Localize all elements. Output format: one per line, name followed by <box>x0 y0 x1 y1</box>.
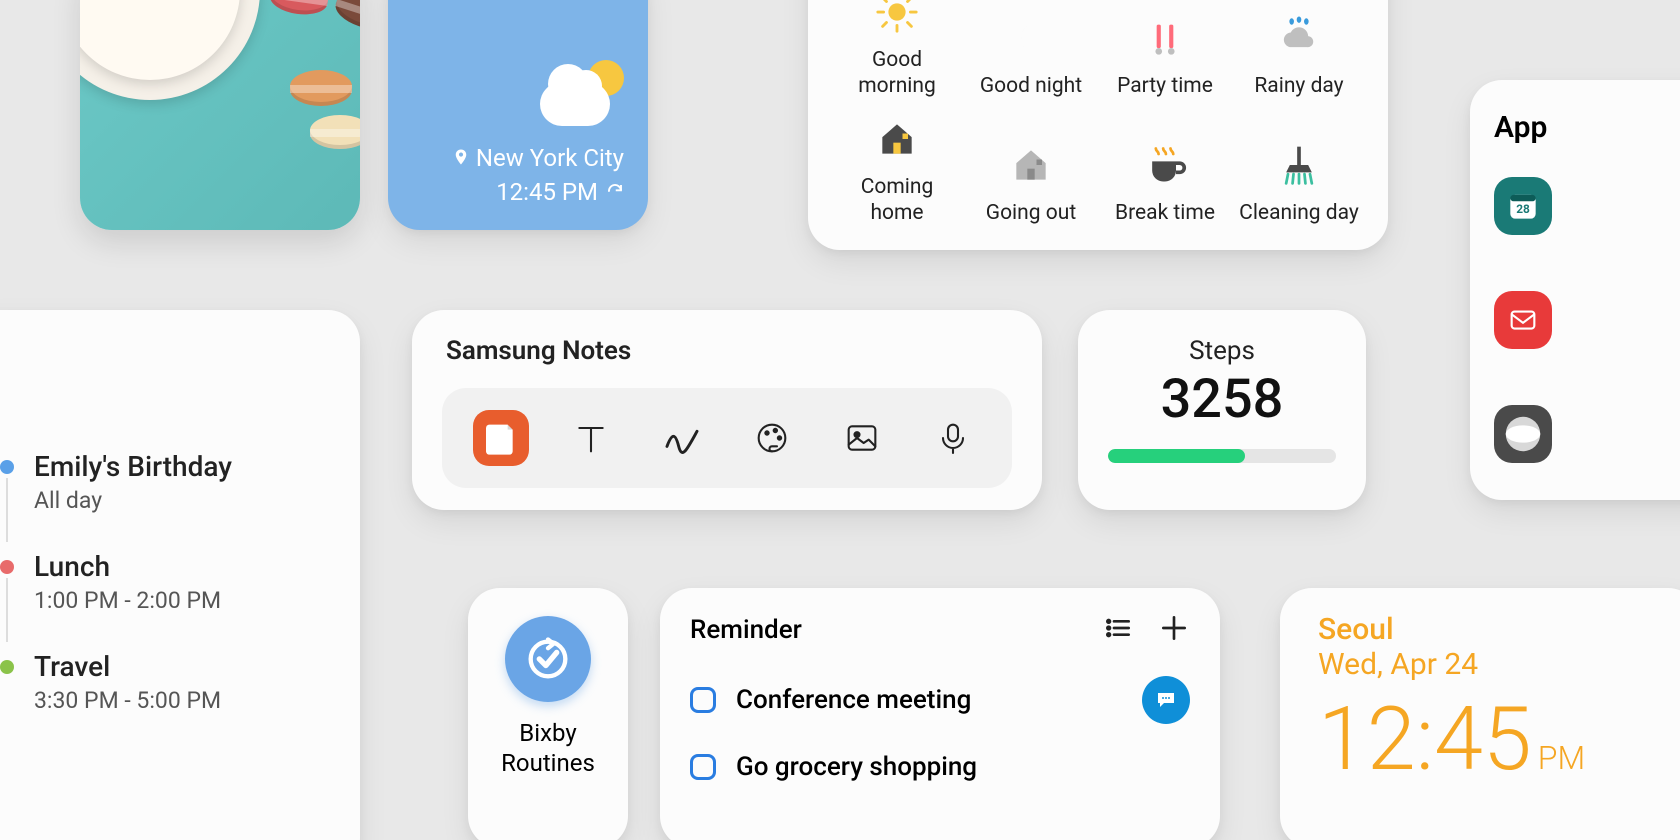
routine-label: Coming home <box>834 174 960 227</box>
event-color-dot <box>0 660 14 674</box>
routine-going-out[interactable]: Going out <box>968 114 1094 227</box>
note-text-tool[interactable] <box>563 410 619 466</box>
event-time: 1:00 PM - 2:00 PM <box>34 587 221 614</box>
house-lit-icon <box>872 114 922 164</box>
svg-text:28: 28 <box>1516 202 1530 216</box>
routine-good-night[interactable]: Good night <box>968 0 1094 100</box>
party-icon <box>1140 13 1190 63</box>
steps-widget[interactable]: Steps 3258 <box>1078 310 1366 510</box>
event-time: All day <box>34 487 232 514</box>
reminder-title: Reminder <box>690 615 802 645</box>
list-view-icon[interactable] <box>1102 612 1134 648</box>
note-sticker-tool[interactable] <box>473 410 529 466</box>
samsung-notes-widget: Samsung Notes <box>412 310 1042 510</box>
reminder-text: Conference meeting <box>736 685 971 715</box>
event-title: Travel <box>34 650 221 683</box>
bixby-routines-icon <box>505 616 591 702</box>
event-color-dot <box>0 460 14 474</box>
sun-icon <box>872 0 922 37</box>
weather-time: 12:45 PM <box>496 178 598 206</box>
reminder-text: Go grocery shopping <box>736 752 977 782</box>
location-pin-icon <box>452 144 470 172</box>
event-time: 3:30 PM - 5:00 PM <box>34 687 221 714</box>
routine-break-time[interactable]: Break time <box>1102 114 1228 227</box>
app-calendar-icon[interactable]: 28 <box>1494 177 1552 235</box>
apps-title: App <box>1494 110 1680 145</box>
event-title: Lunch <box>34 550 221 583</box>
app-email-icon[interactable] <box>1494 291 1552 349</box>
routine-label: Rainy day <box>1254 73 1343 99</box>
routine-label: Party time <box>1117 73 1213 99</box>
routine-good-morning[interactable]: Good morning <box>834 0 960 100</box>
reminder-checkbox[interactable] <box>690 687 716 713</box>
weather-city: New York City <box>476 144 624 172</box>
chat-bubble-icon[interactable] <box>1142 676 1190 724</box>
bixby-routines-widget[interactable]: Bixby Routines <box>468 588 628 840</box>
coffee-icon <box>1140 140 1190 190</box>
steps-title: Steps <box>1189 336 1255 366</box>
photo-image <box>80 0 360 230</box>
routine-label: Good night <box>980 73 1082 99</box>
routine-label: Good morning <box>834 47 960 100</box>
event-title: Emily's Birthday <box>34 450 232 483</box>
calendar-event[interactable]: Emily's Birthday All day <box>0 450 324 514</box>
steps-progress-bar <box>1108 449 1336 463</box>
reminder-widget: Reminder Conference meeting Go grocery s… <box>660 588 1220 840</box>
note-image-tool[interactable] <box>834 410 890 466</box>
bixby-label: Bixby Routines <box>501 718 595 778</box>
refresh-icon[interactable] <box>606 178 624 206</box>
clock-time: 12:45PM <box>1318 688 1662 791</box>
reminder-checkbox[interactable] <box>690 754 716 780</box>
event-color-dot <box>0 560 14 574</box>
app-internet-icon[interactable] <box>1494 405 1552 463</box>
clock-city: Seoul <box>1318 612 1662 647</box>
clock-date: Wed, Apr 24 <box>1318 647 1662 682</box>
steps-count: 3258 <box>1161 368 1284 431</box>
world-clock-widget[interactable]: Seoul Wed, Apr 24 12:45PM <box>1280 588 1680 840</box>
routine-rainy-day[interactable]: Rainy day <box>1236 0 1362 100</box>
note-palette-tool[interactable] <box>744 410 800 466</box>
weather-widget[interactable]: New York City 12:45 PM <box>388 0 648 230</box>
notes-toolbar <box>442 388 1012 488</box>
reminder-item[interactable]: Conference meeting <box>690 676 1190 724</box>
weather-partly-cloudy-icon <box>540 56 624 126</box>
calendar-event[interactable]: Lunch 1:00 PM - 2:00 PM <box>0 550 324 614</box>
routine-coming-home[interactable]: Coming home <box>834 114 960 227</box>
broom-icon <box>1274 140 1324 190</box>
reminder-item[interactable]: Go grocery shopping <box>690 752 1190 782</box>
add-icon[interactable] <box>1158 612 1190 648</box>
rain-icon <box>1274 13 1324 63</box>
app-shortcuts-widget: App 28 <box>1470 80 1680 500</box>
photo-widget[interactable] <box>80 0 360 230</box>
routines-widget: Good morning Good night Party time Rainy… <box>808 0 1388 250</box>
notes-title: Samsung Notes <box>446 336 1012 366</box>
routine-label: Break time <box>1115 200 1215 226</box>
calendar-event[interactable]: Travel 3:30 PM - 5:00 PM <box>0 650 324 714</box>
house-dark-icon <box>1006 140 1056 190</box>
routine-party-time[interactable]: Party time <box>1102 0 1228 100</box>
note-draw-tool[interactable] <box>654 410 710 466</box>
calendar-events-widget[interactable]: Emily's Birthday All day Lunch 1:00 PM - 2:… <box>0 310 360 840</box>
routine-cleaning-day[interactable]: Cleaning day <box>1236 114 1362 227</box>
routine-label: Going out <box>986 200 1076 226</box>
note-voice-tool[interactable] <box>925 410 981 466</box>
routine-label: Cleaning day <box>1239 200 1359 226</box>
moon-icon <box>1006 13 1056 63</box>
